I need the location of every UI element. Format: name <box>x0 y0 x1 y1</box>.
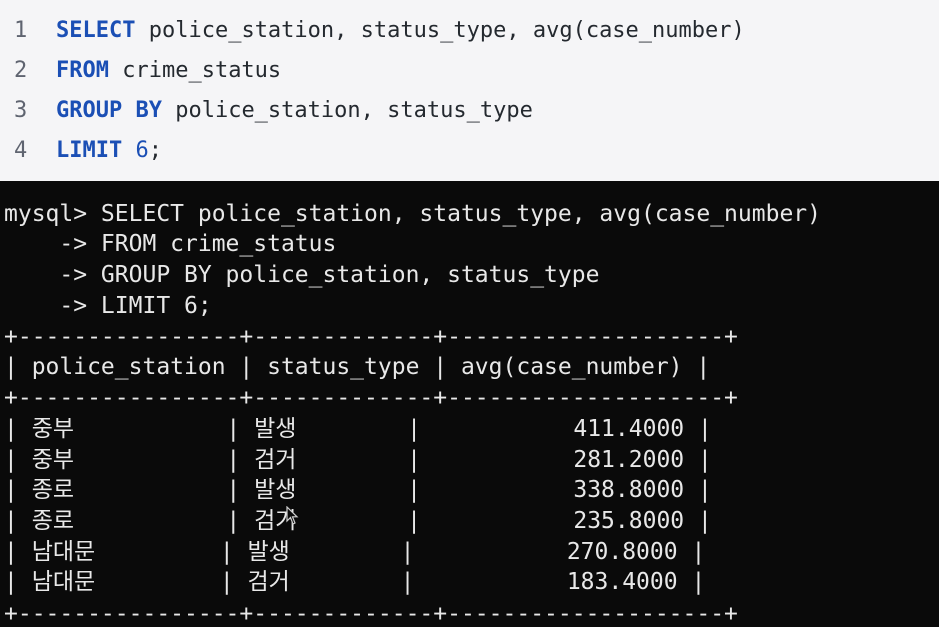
cell-padding <box>435 477 573 503</box>
cell-padding <box>74 508 212 534</box>
cell-separator: | <box>212 477 255 503</box>
cell-padding <box>428 569 566 595</box>
table-border-mid: +----------------+-------------+--------… <box>4 385 738 411</box>
mouse-cursor-icon <box>286 506 299 525</box>
code-rest: crime_status <box>108 57 282 83</box>
cell-padding <box>296 447 393 473</box>
sql-keyword: GROUP BY <box>56 97 162 123</box>
cell-police-station: 남대문 <box>31 539 96 565</box>
line-number: 4 <box>14 137 28 163</box>
cell-padding <box>95 539 206 565</box>
cell-separator: | <box>393 447 435 473</box>
cell-separator: | <box>393 508 435 534</box>
table-header: | police_station | status_type | avg(cas… <box>4 354 711 380</box>
code-text: GROUP BY police_station, status_type <box>40 98 533 123</box>
cell-padding <box>296 477 393 503</box>
code-line: 1 SELECT police_station, status_type, av… <box>0 10 939 50</box>
code-rest: police_station, status_type <box>161 97 533 123</box>
cell-padding <box>74 477 212 503</box>
cell-police-station: 종로 <box>31 477 75 503</box>
table-border-bottom: +----------------+-------------+--------… <box>4 601 738 627</box>
code-line: 3 GROUP BY police_station, status_type <box>0 90 939 130</box>
cell-padding <box>296 416 393 442</box>
terminal-continuation-line: -> LIMIT 6; <box>4 293 212 319</box>
code-text: SELECT police_station, status_type, avg(… <box>40 18 745 43</box>
table-row: | 중부 | 발생 | 411.4000 | <box>4 414 712 444</box>
cell-separator: | <box>205 539 248 565</box>
line-number: 2 <box>14 57 28 83</box>
cell-separator: | <box>684 416 712 442</box>
line-number: 3 <box>14 97 28 123</box>
cell-separator: | <box>205 569 248 595</box>
sql-keyword: SELECT <box>56 17 136 43</box>
cell-status-type: 발생 <box>254 477 297 503</box>
code-rest: police_station, status_type, avg(case_nu… <box>135 17 745 43</box>
cell-padding <box>95 569 206 595</box>
code-text: FROM crime_status <box>40 58 281 83</box>
table-border-top: +----------------+-------------+--------… <box>4 324 738 350</box>
terminal-continuation-line: -> GROUP BY police_station, status_type <box>4 262 600 288</box>
cell-separator: | <box>212 508 255 534</box>
cell-avg-case-number: 183.4000 <box>566 569 678 595</box>
cell-padding <box>435 416 573 442</box>
cell-separator: | <box>684 508 712 534</box>
terminal[interactable]: mysql> SELECT police_station, status_typ… <box>0 181 939 627</box>
sql-keyword: LIMIT <box>56 137 123 163</box>
cell-separator: | <box>684 477 712 503</box>
cell-avg-case-number: 281.2000 <box>573 447 685 473</box>
cell-avg-case-number: 338.8000 <box>573 477 685 503</box>
cell-separator: | <box>4 569 32 595</box>
cell-padding <box>290 539 387 565</box>
cell-separator: | <box>393 477 435 503</box>
cell-padding <box>74 416 212 442</box>
sql-keyword: FROM <box>56 57 109 83</box>
table-row: | 남대문 | 검거 | 183.4000 | <box>4 567 705 597</box>
cell-separator: | <box>386 569 429 595</box>
sql-number: 6 <box>122 137 149 163</box>
cell-separator: | <box>4 539 32 565</box>
cell-status-type: 검거 <box>247 569 290 595</box>
cell-padding <box>296 508 393 534</box>
table-row: | 종로 | 검거 | 235.8000 | <box>4 506 712 536</box>
cell-padding <box>435 447 573 473</box>
line-number: 1 <box>14 17 28 43</box>
code-text: LIMIT 6; <box>40 138 162 163</box>
code-rest: ; <box>148 137 162 163</box>
cell-separator: | <box>684 447 712 473</box>
cell-separator: | <box>4 416 32 442</box>
cell-police-station: 중부 <box>31 416 75 442</box>
cell-status-type: 검거 <box>254 447 297 473</box>
cell-separator: | <box>677 539 706 565</box>
code-line: 2 FROM crime_status <box>0 50 939 90</box>
cell-padding <box>74 447 212 473</box>
cell-status-type: 발생 <box>254 416 297 442</box>
table-row: | 종로 | 발생 | 338.8000 | <box>4 475 712 505</box>
cell-police-station: 중부 <box>31 447 75 473</box>
table-row: | 중부 | 검거 | 281.2000 | <box>4 445 712 475</box>
cell-police-station: 남대문 <box>31 569 96 595</box>
cell-separator: | <box>4 447 32 473</box>
cell-avg-case-number: 235.8000 <box>573 508 685 534</box>
cell-avg-case-number: 270.8000 <box>566 539 678 565</box>
cell-padding <box>435 508 573 534</box>
cell-separator: | <box>386 539 429 565</box>
cell-separator: | <box>4 477 32 503</box>
cell-padding <box>290 569 387 595</box>
cell-status-type: 발생 <box>247 539 290 565</box>
cell-separator: | <box>677 569 706 595</box>
cell-avg-case-number: 411.4000 <box>573 416 685 442</box>
cell-separator: | <box>212 416 255 442</box>
table-row: | 남대문 | 발생 | 270.8000 | <box>4 537 705 567</box>
cell-police-station: 종로 <box>31 508 75 534</box>
cell-separator: | <box>4 508 32 534</box>
terminal-continuation-line: -> FROM crime_status <box>4 231 337 257</box>
cell-separator: | <box>212 447 255 473</box>
code-editor[interactable]: 1 SELECT police_station, status_type, av… <box>0 0 939 181</box>
cell-padding <box>428 539 566 565</box>
terminal-prompt-line: mysql> SELECT police_station, status_typ… <box>4 201 821 227</box>
code-line: 4 LIMIT 6; <box>0 130 939 170</box>
cell-separator: | <box>393 416 435 442</box>
